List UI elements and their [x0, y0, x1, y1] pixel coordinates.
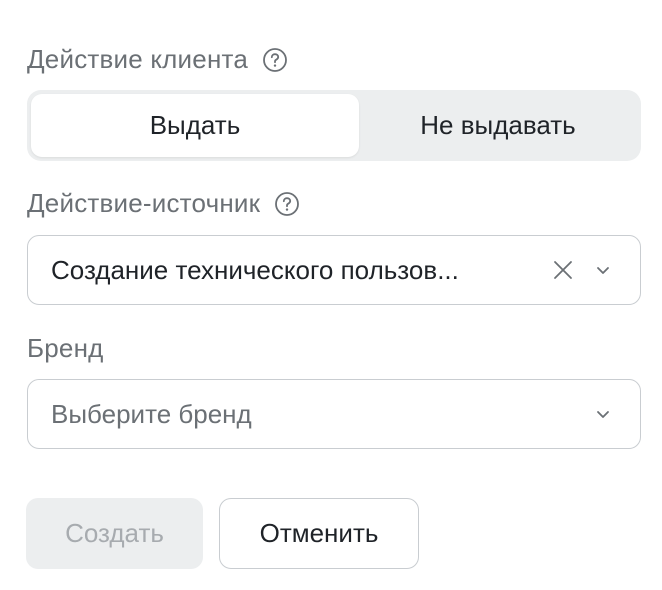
source-action-label: Действие-источник — [27, 188, 261, 218]
brand-label: Бренд — [27, 333, 104, 363]
close-icon[interactable] — [551, 258, 575, 282]
cancel-button[interactable]: Отменить — [219, 498, 419, 569]
chevron-down-icon[interactable] — [593, 404, 613, 424]
brand-select[interactable]: Выберите бренд — [27, 379, 641, 449]
client-action-segmented-control: Выдать Не выдавать — [27, 90, 641, 161]
client-action-label-row: Действие клиента — [27, 44, 288, 75]
client-action-form: Действие клиента Выдать Не выдавать Дейс… — [0, 0, 662, 590]
segment-issue[interactable]: Выдать — [31, 94, 359, 157]
segment-do-not-issue[interactable]: Не выдавать — [359, 94, 637, 157]
source-action-label-row: Действие-источник — [27, 188, 300, 219]
question-circle-icon[interactable] — [274, 191, 300, 217]
question-circle-icon[interactable] — [262, 47, 288, 73]
chevron-down-icon[interactable] — [593, 260, 613, 280]
source-action-value: Создание технического пользов... — [51, 254, 459, 285]
source-action-select[interactable]: Создание технического пользов... — [27, 235, 641, 305]
brand-placeholder: Выберите бренд — [51, 398, 252, 429]
client-action-label: Действие клиента — [27, 44, 248, 74]
brand-label-row: Бренд — [27, 333, 104, 364]
create-button[interactable]: Создать — [26, 498, 203, 569]
